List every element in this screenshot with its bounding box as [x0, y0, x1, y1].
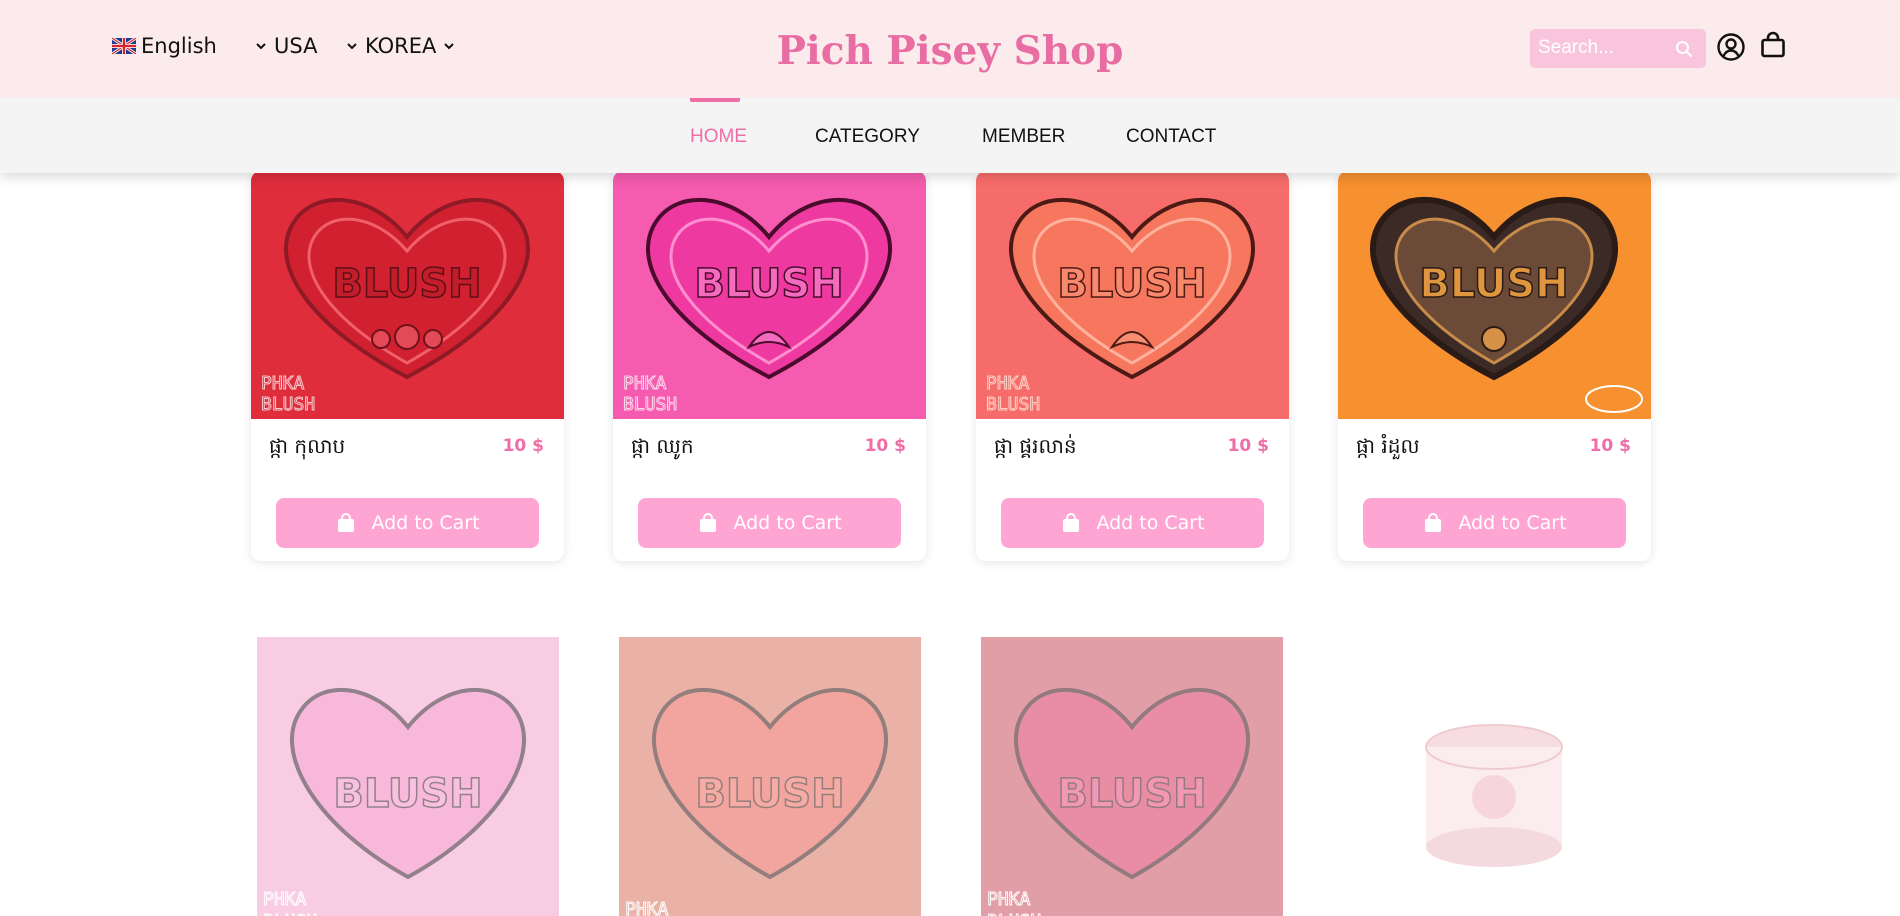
shopping-bag-icon[interactable]	[1758, 30, 1788, 60]
add-to-cart-label: Add to Cart	[733, 512, 842, 534]
product-image[interactable]: BLUSH	[1338, 171, 1651, 419]
top-header: English USA KOREA Pich Pisey Shop	[0, 0, 1900, 98]
svg-text:BLUSH: BLUSH	[623, 394, 677, 415]
svg-text:BLUSH: BLUSH	[261, 394, 315, 415]
add-to-cart-label: Add to Cart	[371, 512, 480, 534]
svg-text:BLUSH: BLUSH	[1057, 771, 1206, 817]
product-name[interactable]: ផ្កា ផ្គរលាន់	[994, 433, 1077, 463]
add-to-cart-button[interactable]: Add to Cart	[638, 498, 901, 548]
product-name[interactable]: ផ្កា រំដួល	[1356, 433, 1420, 463]
nav-home[interactable]: HOME	[690, 126, 747, 148]
active-tab-indicator	[690, 98, 740, 102]
svg-text:PHKA: PHKA	[263, 889, 307, 910]
nav-contact[interactable]: CONTACT	[1126, 126, 1216, 148]
product-image[interactable]: BLUSH PHKA BLUSH	[257, 637, 559, 916]
product-card: BLUSH PHKA BLUSH ផ្កា ផ្គរលាន់ 10 $ Add …	[976, 171, 1289, 561]
product-price: 10 $	[864, 436, 906, 456]
nav-category[interactable]: CATEGORY	[815, 126, 920, 148]
product-image[interactable]	[1343, 637, 1645, 916]
svg-text:BLUSH: BLUSH	[694, 261, 843, 307]
svg-text:BLUSH: BLUSH	[1057, 261, 1206, 307]
shopping-bag-icon	[1063, 513, 1080, 532]
search-input[interactable]	[1538, 35, 1666, 61]
nav-member[interactable]: MEMBER	[982, 126, 1065, 148]
svg-text:PHKA: PHKA	[625, 899, 669, 916]
product-card: BLUSH PHKA BLUSH ផ្កា កុលាប 10 $ Add to …	[251, 171, 564, 561]
product-price: 10 $	[1589, 436, 1631, 456]
add-to-cart-button[interactable]: Add to Cart	[276, 498, 539, 548]
shopping-bag-icon	[1425, 513, 1442, 532]
product-card: BLUSH ផ្កា រំដួល 10 $ Add to Cart	[1338, 171, 1651, 561]
svg-text:PHKA: PHKA	[623, 373, 667, 394]
search-box	[1530, 29, 1706, 68]
add-to-cart-label: Add to Cart	[1458, 512, 1567, 534]
svg-text:PHKA: PHKA	[986, 373, 1030, 394]
product-image[interactable]: BLUSH PHKA	[619, 637, 921, 916]
user-circle-icon[interactable]	[1716, 32, 1746, 62]
shopping-bag-icon	[700, 513, 717, 532]
shopping-bag-icon	[338, 513, 355, 532]
product-card: BLUSH PHKA BLUSH ផ្កា ឈូក 10 $ Add to Ca…	[613, 171, 926, 561]
product-price: 10 $	[1227, 436, 1269, 456]
product-image[interactable]: BLUSH PHKA BLUSH	[981, 637, 1283, 916]
svg-text:BLUSH: BLUSH	[695, 771, 844, 817]
add-to-cart-button[interactable]: Add to Cart	[1363, 498, 1626, 548]
search-icon[interactable]	[1674, 39, 1694, 59]
svg-text:BLUSH: BLUSH	[332, 261, 481, 307]
svg-text:PHKA: PHKA	[261, 373, 305, 394]
product-image[interactable]: BLUSH PHKA BLUSH	[613, 171, 926, 419]
product-price: 10 $	[502, 436, 544, 456]
add-to-cart-label: Add to Cart	[1096, 512, 1205, 534]
svg-text:BLUSH: BLUSH	[333, 771, 482, 817]
svg-text:BLUSH: BLUSH	[987, 911, 1041, 916]
svg-text:BLUSH: BLUSH	[986, 394, 1040, 415]
product-name[interactable]: ផ្កា ឈូក	[631, 433, 694, 463]
svg-text:BLUSH: BLUSH	[263, 911, 317, 916]
svg-text:BLUSH: BLUSH	[1419, 261, 1568, 307]
product-image[interactable]: BLUSH PHKA BLUSH	[251, 171, 564, 419]
main-navigation: HOME CATEGORY MEMBER CONTACT	[0, 98, 1900, 173]
add-to-cart-button[interactable]: Add to Cart	[1001, 498, 1264, 548]
product-name[interactable]: ផ្កា កុលាប	[269, 433, 345, 463]
product-image[interactable]: BLUSH PHKA BLUSH	[976, 171, 1289, 419]
svg-text:PHKA: PHKA	[987, 889, 1031, 910]
